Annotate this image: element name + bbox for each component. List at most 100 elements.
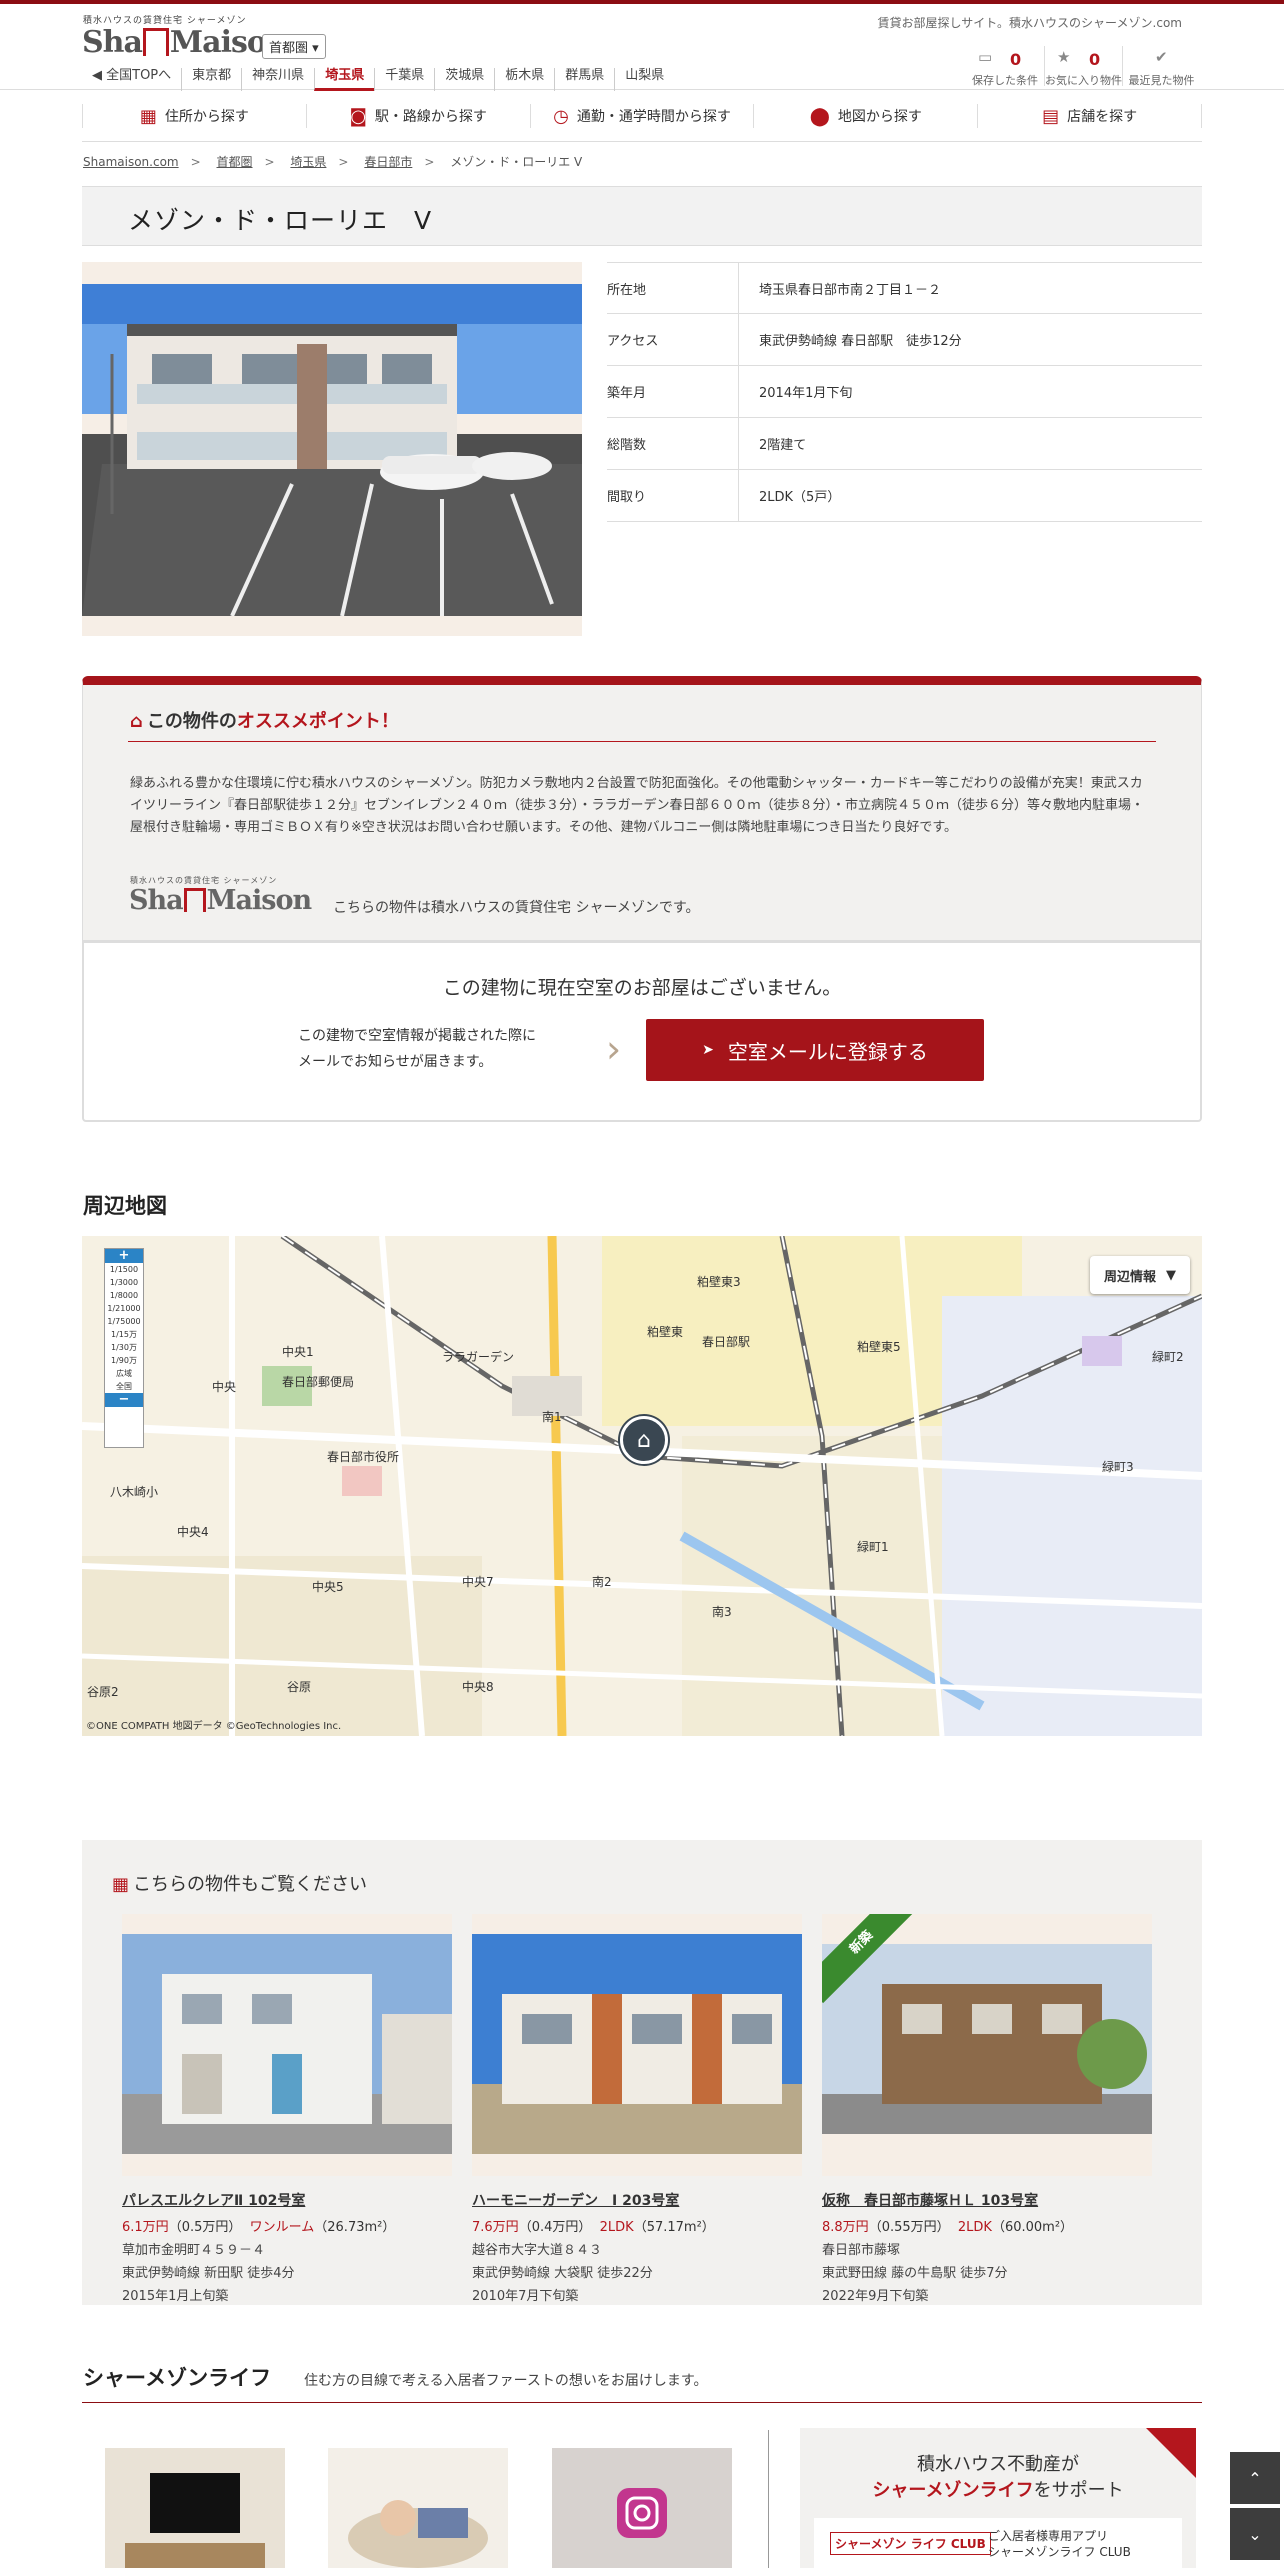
search-by-address[interactable]: ▦ 住所から探す — [82, 104, 307, 128]
recent-viewed-button[interactable]: ✔ 最近見た物件 — [1122, 46, 1200, 87]
scroll-controls: ⌃ ⌄ — [1230, 2452, 1280, 2562]
folder-icon: ▭ — [978, 48, 993, 66]
map-surrounding-info-button[interactable]: 周辺情報 ▼ — [1090, 1256, 1190, 1294]
pref-nav-ibaraki[interactable]: 茨城県 — [434, 68, 494, 91]
map-label-chuo7: 中央7 — [462, 1574, 494, 1589]
zoom-level[interactable]: 1/21000 — [105, 1302, 143, 1315]
search-by-station[interactable]: ◙ 駅・路線から探す — [307, 104, 531, 128]
info-row-layout: 間取り 2LDK（5戸） — [607, 470, 1202, 522]
map-label-minami1: 南1 — [542, 1409, 562, 1424]
map-label-yagisaki: 八木崎小 — [110, 1485, 158, 1499]
life-divider — [82, 2402, 1202, 2403]
pref-nav-chiba[interactable]: 千葉県 — [374, 68, 434, 91]
map-pin-icon: ⬤ — [809, 105, 830, 127]
pref-nav-tokyo[interactable]: 東京都 — [181, 68, 241, 91]
related-name[interactable]: パレスエルクレアⅡ 102号室 — [122, 2190, 452, 2210]
zoom-in-button[interactable]: + — [105, 1249, 143, 1263]
site-logo[interactable]: Sha Maison — [82, 25, 288, 60]
related-photo[interactable]: 新築 — [822, 1914, 1152, 2176]
pref-nav-yamanashi[interactable]: 山梨県 — [614, 68, 674, 91]
zoom-level[interactable]: 1/90万 — [105, 1354, 143, 1367]
breadcrumb: Shamaison.com > 首都圏 > 埼玉県 > 春日部市 > メゾン・ド・ローリ… — [83, 155, 583, 169]
map-label-kasukabehigashi3: 粕壁東3 — [697, 1274, 741, 1289]
scroll-bottom-icon[interactable]: ⌄ — [1230, 2508, 1280, 2560]
map-label-kasukabehigashi: 粕壁東 — [647, 1324, 683, 1339]
recommend-logo: Sha Maison — [129, 885, 312, 916]
life-article-thumb[interactable] — [328, 2448, 508, 2568]
vacancy-mail-register-button[interactable]: ➤ 空室メールに登録する — [646, 1019, 984, 1081]
breadcrumb-region[interactable]: 首都圏 — [217, 155, 253, 169]
related-photo[interactable] — [122, 1914, 452, 2176]
pref-nav-tochigi[interactable]: 栃木県 — [494, 68, 554, 91]
zoom-level[interactable]: 1/30万 — [105, 1341, 143, 1354]
logo-roof-icon — [183, 888, 206, 912]
recommend-text: 緑あふれる豊かな住環境に佇む積水ハウスのシャーメゾン。防犯カメラ敷地内２台設置で… — [130, 776, 1145, 835]
map-label-chuo5: 中央5 — [312, 1579, 344, 1594]
map-label-chuo8: 中央8 — [462, 1679, 494, 1694]
pref-nav-kanagawa[interactable]: 神奈川県 — [241, 68, 314, 91]
search-by-map[interactable]: ⬤ 地図から探す — [754, 104, 979, 128]
header-icons: ▭ 0 保存した条件 ★ 0 お気に入り物件 ✔ 最近見た物件 — [966, 46, 1200, 87]
recommend-box: ⌂ この物件のオススメポイント！ 緑あふれる豊かな住環境に佇む積水ハウスのシャーメ… — [82, 676, 1202, 941]
property-info-table: 所在地 埼玉県春日部市南２丁目１－２ アクセス 東武伊勢崎線 春日部駅 徒歩12分 … — [607, 262, 1202, 522]
zoom-level[interactable]: 広域 — [105, 1367, 143, 1380]
breadcrumb-pref[interactable]: 埼玉県 — [290, 155, 326, 169]
breadcrumb-city[interactable]: 春日部市 — [364, 155, 412, 169]
recommend-logo-note: こちらの物件は積水ハウスの賃貸住宅 シャーメゾンです。 — [333, 900, 700, 916]
property-photo-frame — [82, 262, 582, 636]
related-name[interactable]: 仮称 春日部市藤塚ＨＬ 103号室 — [822, 2190, 1152, 2210]
pref-nav-gunma[interactable]: 群馬県 — [554, 68, 614, 91]
region-select[interactable]: 首都圏 ▾ — [262, 34, 326, 59]
related-card[interactable]: 新築 仮称 春日部市藤塚ＨＬ 103号室 8.8万円（0.55万円） 2LDK（… — [822, 1914, 1152, 2304]
map-label-chuo1: 中央1 — [282, 1344, 314, 1359]
surrounding-map[interactable]: 春日部駅 南1 南2 南3 中央1 中央 中央4 中央5 中央7 中央8 粕壁東… — [82, 1236, 1202, 1736]
site-header: 積水ハウスの賃貸住宅 シャーメゾン Sha Maison 首都圏 ▾ 賃貸お部屋探… — [0, 4, 1284, 91]
map-label-post-office: 春日部郵便局 — [282, 1374, 354, 1389]
related-card[interactable]: ハーモニーガーデン Ⅰ 203号室 7.6万円（0.4万円） 2LDK（57.1… — [472, 1914, 802, 2304]
related-name[interactable]: ハーモニーガーデン Ⅰ 203号室 — [472, 2190, 802, 2210]
search-shops[interactable]: ▤ 店舗を探す — [978, 104, 1202, 128]
zoom-level[interactable]: 1/3000 — [105, 1276, 143, 1289]
zoom-level[interactable]: 1/75000 — [105, 1315, 143, 1328]
map-zoom-control[interactable]: + 1/1500 1/3000 1/8000 1/21000 1/75000 1… — [104, 1248, 144, 1448]
building-icon: ▦ — [139, 105, 157, 127]
related-card[interactable]: パレスエルクレアⅡ 102号室 6.1万円（0.5万円） ワンルーム（26.73… — [122, 1914, 452, 2304]
map-label-lala-garden: ララガーデン — [442, 1349, 514, 1364]
map-label-kasukabehigashi5: 粕壁東5 — [857, 1339, 901, 1354]
caret-down-icon: ▼ — [1166, 1267, 1176, 1283]
life-article-thumb[interactable] — [105, 2448, 285, 2568]
pref-nav-saitama[interactable]: 埼玉県 — [314, 68, 375, 91]
favorites-button[interactable]: ★ 0 お気に入り物件 — [1044, 46, 1122, 87]
train-icon: ◙ — [349, 105, 367, 127]
clock-icon: ◷ — [553, 105, 569, 127]
map-label-chuo4: 中央4 — [177, 1524, 209, 1539]
life-section-title: シャーメゾンライフ — [83, 2366, 272, 2390]
star-icon: ★ — [1057, 48, 1071, 66]
page-title: メゾン・ド・ローリエ Ⅴ — [128, 206, 433, 235]
instagram-thumb[interactable] — [552, 2448, 732, 2568]
zoom-level[interactable]: 1/8000 — [105, 1289, 143, 1302]
check-icon: ✔ — [1155, 48, 1168, 66]
map-label-yabara: 谷原 — [287, 1680, 311, 1694]
search-nav: ▦ 住所から探す ◙ 駅・路線から探す ◷ 通勤・通学時間から探す ⬤ 地図から探す ▤… — [82, 90, 1202, 142]
logo-roof-icon — [142, 28, 169, 56]
life-promo-banner[interactable]: 積水ハウス不動産が シャーメゾンライフをサポート シャーメゾン ライフ CLUB… — [800, 2428, 1196, 2568]
chevron-right-icon: › — [606, 1027, 622, 1071]
shop-icon: ▤ — [1042, 105, 1060, 127]
breadcrumb-home[interactable]: Shamaison.com — [83, 155, 179, 169]
search-by-commute[interactable]: ◷ 通勤・通学時間から探す — [531, 104, 755, 128]
life-vertical-divider — [768, 2430, 769, 2568]
zoom-out-button[interactable]: − — [105, 1393, 143, 1407]
property-home-pin-icon[interactable]: ⌂ — [620, 1416, 668, 1464]
building-icon: ▦ — [112, 1874, 130, 1895]
saved-conditions-button[interactable]: ▭ 0 保存した条件 — [966, 46, 1044, 87]
map-label-chuo: 中央 — [212, 1379, 236, 1394]
breadcrumb-current: メゾン・ド・ローリエ Ⅴ — [450, 155, 583, 169]
zoom-level[interactable]: 1/1500 — [105, 1263, 143, 1276]
related-photo[interactable] — [472, 1914, 802, 2176]
zoom-level[interactable]: 1/15万 — [105, 1328, 143, 1341]
life-club-app-card[interactable]: シャーメゾン ライフ CLUB ご入居者様専用アプリ シャーメゾンライフ CLUB — [814, 2518, 1182, 2568]
scroll-top-icon[interactable]: ⌃ — [1230, 2452, 1280, 2504]
property-photo[interactable] — [82, 284, 582, 616]
pref-nav-top[interactable]: ◀ 全国TOPへ — [92, 68, 181, 91]
